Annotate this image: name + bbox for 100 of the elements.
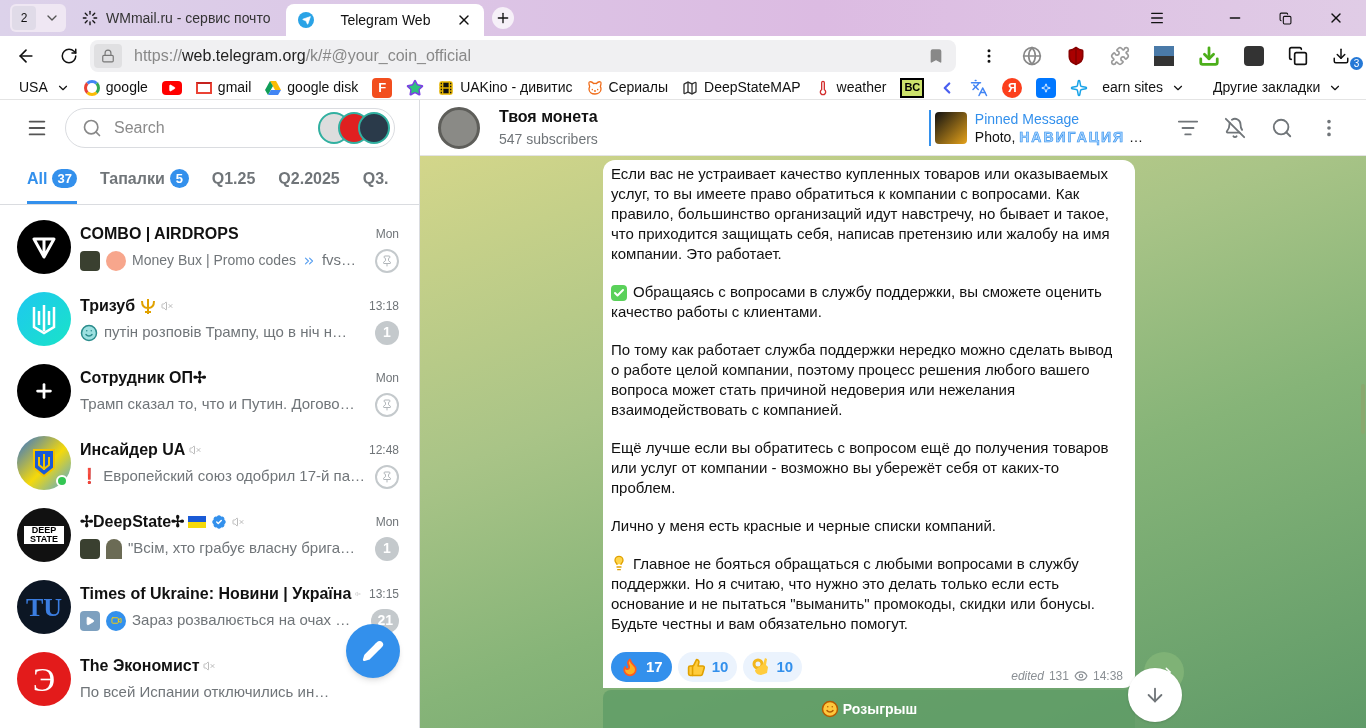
tab-title: WMmail.ru - сервис почто bbox=[106, 8, 271, 28]
chat-name: The Экономист bbox=[80, 656, 200, 677]
chat-item[interactable]: Тризуб 13:18 путін розповів Трампу, що в ніч н… 1 bbox=[0, 283, 419, 355]
address-bar[interactable]: https://web.telegram.org/k/#@your_coin_official bbox=[90, 40, 956, 72]
extension-icon[interactable] bbox=[1288, 46, 1308, 66]
bookmark-link[interactable]: google disk bbox=[287, 77, 359, 98]
triangle-icon bbox=[265, 80, 282, 95]
chat-time: Mon bbox=[375, 369, 399, 387]
tab-count-button[interactable]: 2 bbox=[12, 6, 36, 30]
face-icon bbox=[80, 323, 98, 342]
edited-label: edited bbox=[1011, 668, 1044, 685]
bookmark-icon[interactable] bbox=[928, 48, 944, 64]
chat-item[interactable]: Э The Экономист По всей Испании отключились ин… bbox=[0, 643, 419, 715]
bookmark-link[interactable]: weather bbox=[836, 77, 887, 98]
logo-icon[interactable]: F bbox=[372, 77, 393, 98]
chat-item[interactable]: DEEP STATE ✢DeepState✢ Mon "Всім, хто грабує власну брига… 1 bbox=[0, 499, 419, 571]
tab-title: Telegram Web bbox=[339, 10, 432, 30]
chat-name: Times of Ukraine: Новини | Україна bbox=[80, 583, 352, 604]
shield-icon[interactable] bbox=[1066, 46, 1086, 66]
chat-item[interactable]: TU Times of Ukraine: Новини | Україна 13:15 Зараз розвалюється на очах … 21 bbox=[0, 571, 419, 643]
ok-hand-icon bbox=[752, 657, 771, 677]
bookmark-folder[interactable]: earn sites bbox=[1102, 77, 1163, 98]
chat-time: Mon bbox=[375, 513, 399, 531]
globe-icon[interactable] bbox=[1022, 46, 1042, 66]
logo-icon[interactable]: BC bbox=[900, 77, 925, 98]
browser-tab[interactable]: WMmail.ru - сервис почто bbox=[70, 2, 283, 34]
chat-item[interactable]: Инсайдер UA 12:48 ❗ Европейский союз одобрил 17-й па… bbox=[0, 427, 419, 499]
bookmark-link[interactable]: google bbox=[105, 77, 148, 98]
chat-time: Mon bbox=[375, 225, 399, 243]
bookmark-link[interactable]: Сериалы bbox=[608, 77, 669, 98]
logo-icon[interactable] bbox=[1036, 77, 1057, 98]
folder-tab[interactable]: Q1.25 bbox=[211, 156, 256, 204]
avatar: TU bbox=[17, 580, 71, 634]
smile-icon bbox=[820, 700, 839, 718]
bookmark-folder[interactable]: Другие закладки bbox=[1212, 77, 1321, 98]
reload-icon[interactable] bbox=[60, 47, 78, 65]
flag-icon bbox=[188, 515, 207, 528]
folder-tab[interactable]: Q2.2025 bbox=[278, 156, 340, 204]
message-paragraph: По тому как работает служба поддержки нередко можно сделать вывод о работе целой компании, поэтому процесс решения любого вашего вопроса может стать причиной недоверия или нежелания взаимодействовать с компанией. bbox=[611, 340, 1114, 420]
sidebar-icon[interactable] bbox=[1244, 46, 1264, 66]
chat-item[interactable]: Сотрудник ОП✢ Mon Трамп сказал то, что и Путин. Догово… bbox=[0, 355, 419, 427]
url-text: https://web.telegram.org/k/#@your_coin_official bbox=[134, 46, 473, 66]
bookmark-link[interactable]: gmail bbox=[217, 77, 252, 98]
bookmark-link[interactable]: DeepStateMAP bbox=[704, 77, 801, 98]
download-arrow-icon[interactable] bbox=[1198, 45, 1220, 67]
channel-avatar bbox=[438, 106, 480, 149]
film-icon bbox=[438, 79, 455, 96]
google-icon bbox=[83, 79, 100, 96]
message-time: 14:38 bbox=[1092, 668, 1123, 685]
chat-time: 12:48 bbox=[368, 441, 399, 459]
avatar bbox=[17, 436, 71, 490]
message-paragraph: Обращаясь с вопросами в службу поддержки, вы сможете оценить качество работы с клиентами. bbox=[611, 282, 1103, 322]
play-icon[interactable] bbox=[161, 80, 182, 95]
channel-title: Твоя монета bbox=[499, 107, 598, 127]
mute-icon[interactable] bbox=[1224, 116, 1246, 139]
avatar bbox=[17, 220, 71, 274]
compose-button[interactable] bbox=[346, 624, 400, 678]
camera-icon bbox=[106, 610, 126, 631]
telegram-icon bbox=[298, 12, 315, 28]
chat-preview: Money Bux | Promo codes bbox=[132, 251, 296, 270]
translate-icon[interactable] bbox=[970, 78, 989, 97]
chat-name: Инсайдер UA bbox=[80, 439, 186, 460]
unread-badge: 1 bbox=[375, 536, 399, 561]
sparkle-icon[interactable] bbox=[1070, 78, 1089, 97]
pinned-preview: Photo, НАВИГАЦИЯ … bbox=[974, 127, 1143, 146]
pinned-message[interactable]: Pinned Message Photo, НАВИГАЦИЯ … bbox=[928, 109, 1143, 146]
chat-preview: "Всім, хто грабує власну брига… bbox=[128, 538, 356, 559]
chat-item[interactable]: COMBO | AIRDROPS Mon Money Bux | Promo codes fvs… bbox=[0, 211, 419, 283]
message-paragraph: Если вас не устраивает качество купленных товаров или оказываемых услуг, то вы имеете право обратиться к компании с вопросами. Как правило, большинство организаций идут навстречу, но бывает и такое, что приходится защищать себя, написав претензию или жалобу на имя компании. Это работает. bbox=[611, 164, 1111, 264]
bookmark-folder[interactable]: USA bbox=[19, 77, 48, 98]
chat-name: Сотрудник ОП✢ bbox=[80, 367, 206, 388]
eye-icon bbox=[1073, 669, 1088, 683]
browser-tab[interactable]: Telegram Web bbox=[286, 4, 485, 36]
avatar bbox=[17, 292, 71, 346]
star-icon[interactable] bbox=[406, 78, 425, 97]
thumbs-up-icon bbox=[686, 657, 706, 677]
video-thumbnail bbox=[80, 610, 100, 631]
avatar: Э bbox=[17, 652, 71, 706]
downloads-icon[interactable] bbox=[1332, 47, 1350, 65]
folder-tab[interactable]: Тапалки 5 bbox=[99, 156, 189, 204]
pencil-icon[interactable] bbox=[362, 640, 384, 662]
folder-badge: 5 bbox=[169, 169, 189, 188]
chat-time: 13:15 bbox=[368, 585, 399, 603]
menu-icon[interactable] bbox=[1149, 10, 1165, 26]
downloads-badge: 3 bbox=[1350, 57, 1363, 70]
folder-badge: 37 bbox=[52, 169, 77, 188]
logo-icon[interactable]: Я bbox=[1002, 77, 1023, 98]
chat-name: COMBO | AIRDROPS bbox=[80, 223, 239, 244]
folder-tab[interactable]: Q3. bbox=[362, 156, 389, 204]
chat-preview: Трамп сказал то, что и Путин. Догово… bbox=[80, 394, 355, 415]
search-icon[interactable] bbox=[1271, 116, 1293, 139]
bookmark-link[interactable]: UAKino - дивитис bbox=[460, 77, 573, 98]
view-count: 131 bbox=[1048, 668, 1069, 685]
channel-subtitle: 547 subscribers bbox=[499, 130, 598, 149]
loading-icon bbox=[82, 10, 98, 26]
restore-icon[interactable] bbox=[1279, 11, 1292, 25]
media-icon[interactable] bbox=[1154, 46, 1174, 66]
check-icon bbox=[611, 285, 627, 301]
search-icon bbox=[82, 118, 102, 138]
lightbulb-icon bbox=[611, 555, 627, 571]
